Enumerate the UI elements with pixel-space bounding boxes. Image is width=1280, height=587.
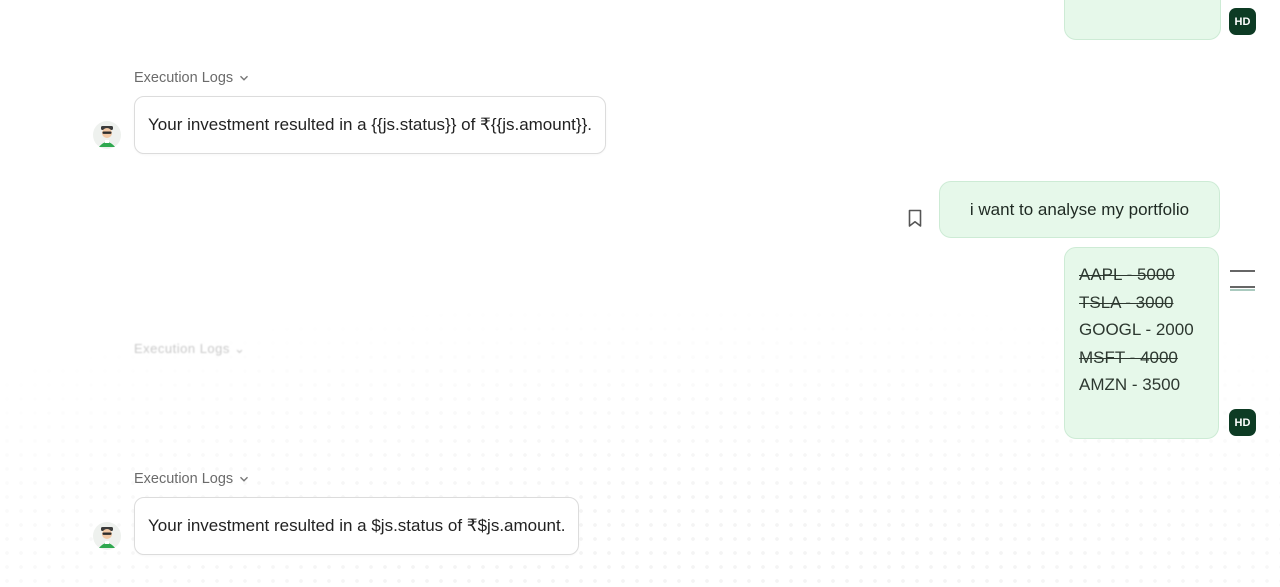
portfolio-line: AAPL - 5000 [1079,265,1175,284]
user-message-bubble: i want to analyse my portfolio [939,181,1220,238]
execution-logs-label: Execution Logs [134,70,234,86]
portfolio-line: AMZN - 3500 [1079,375,1181,394]
chevron-down-icon [240,75,249,81]
message-options-button[interactable] [1229,268,1256,299]
execution-logs-toggle[interactable]: Execution Logs [134,471,249,487]
bot-avatar [92,521,122,556]
bookmark-icon [908,209,922,227]
menu-lines-icon [1230,270,1255,291]
bot-avatar [92,120,122,155]
bot-message-bubble: Your investment resulted in a {{js.statu… [134,96,606,154]
bot-message-bubble: Your investment resulted in a $js.status… [134,497,580,555]
portfolio-message-bubble: AAPL - 5000 TSLA - 3000 GOOGL - 2000 MSF… [1064,247,1219,439]
execution-logs-toggle[interactable]: Execution Logs [134,70,249,86]
chevron-down-icon [240,476,249,482]
user-avatar[interactable]: HD [1229,409,1256,436]
user-avatar-initials: HD [1234,416,1251,429]
bot-avatar-icon [93,522,121,550]
portfolio-line: TSLA - 3000 [1079,292,1174,312]
user-avatar[interactable]: HD [1229,8,1256,35]
faded-execution-logs-label: Execution Logs ⌄ [134,341,246,356]
user-message-bubble-previous [1064,0,1221,40]
portfolio-line: GOOGL - 2000 [1079,320,1194,339]
user-avatar-initials: HD [1234,15,1251,28]
bot-message-text: Your investment resulted in a {{js.statu… [148,115,592,134]
execution-logs-label: Execution Logs [134,471,234,487]
user-message-text: i want to analyse my portfolio [969,199,1190,219]
bookmark-button[interactable] [907,209,923,233]
bot-message-text: Your investment resulted in a $js.status… [148,516,566,535]
portfolio-line: MSFT - 4000 [1079,347,1178,367]
bot-avatar-icon [93,121,121,149]
